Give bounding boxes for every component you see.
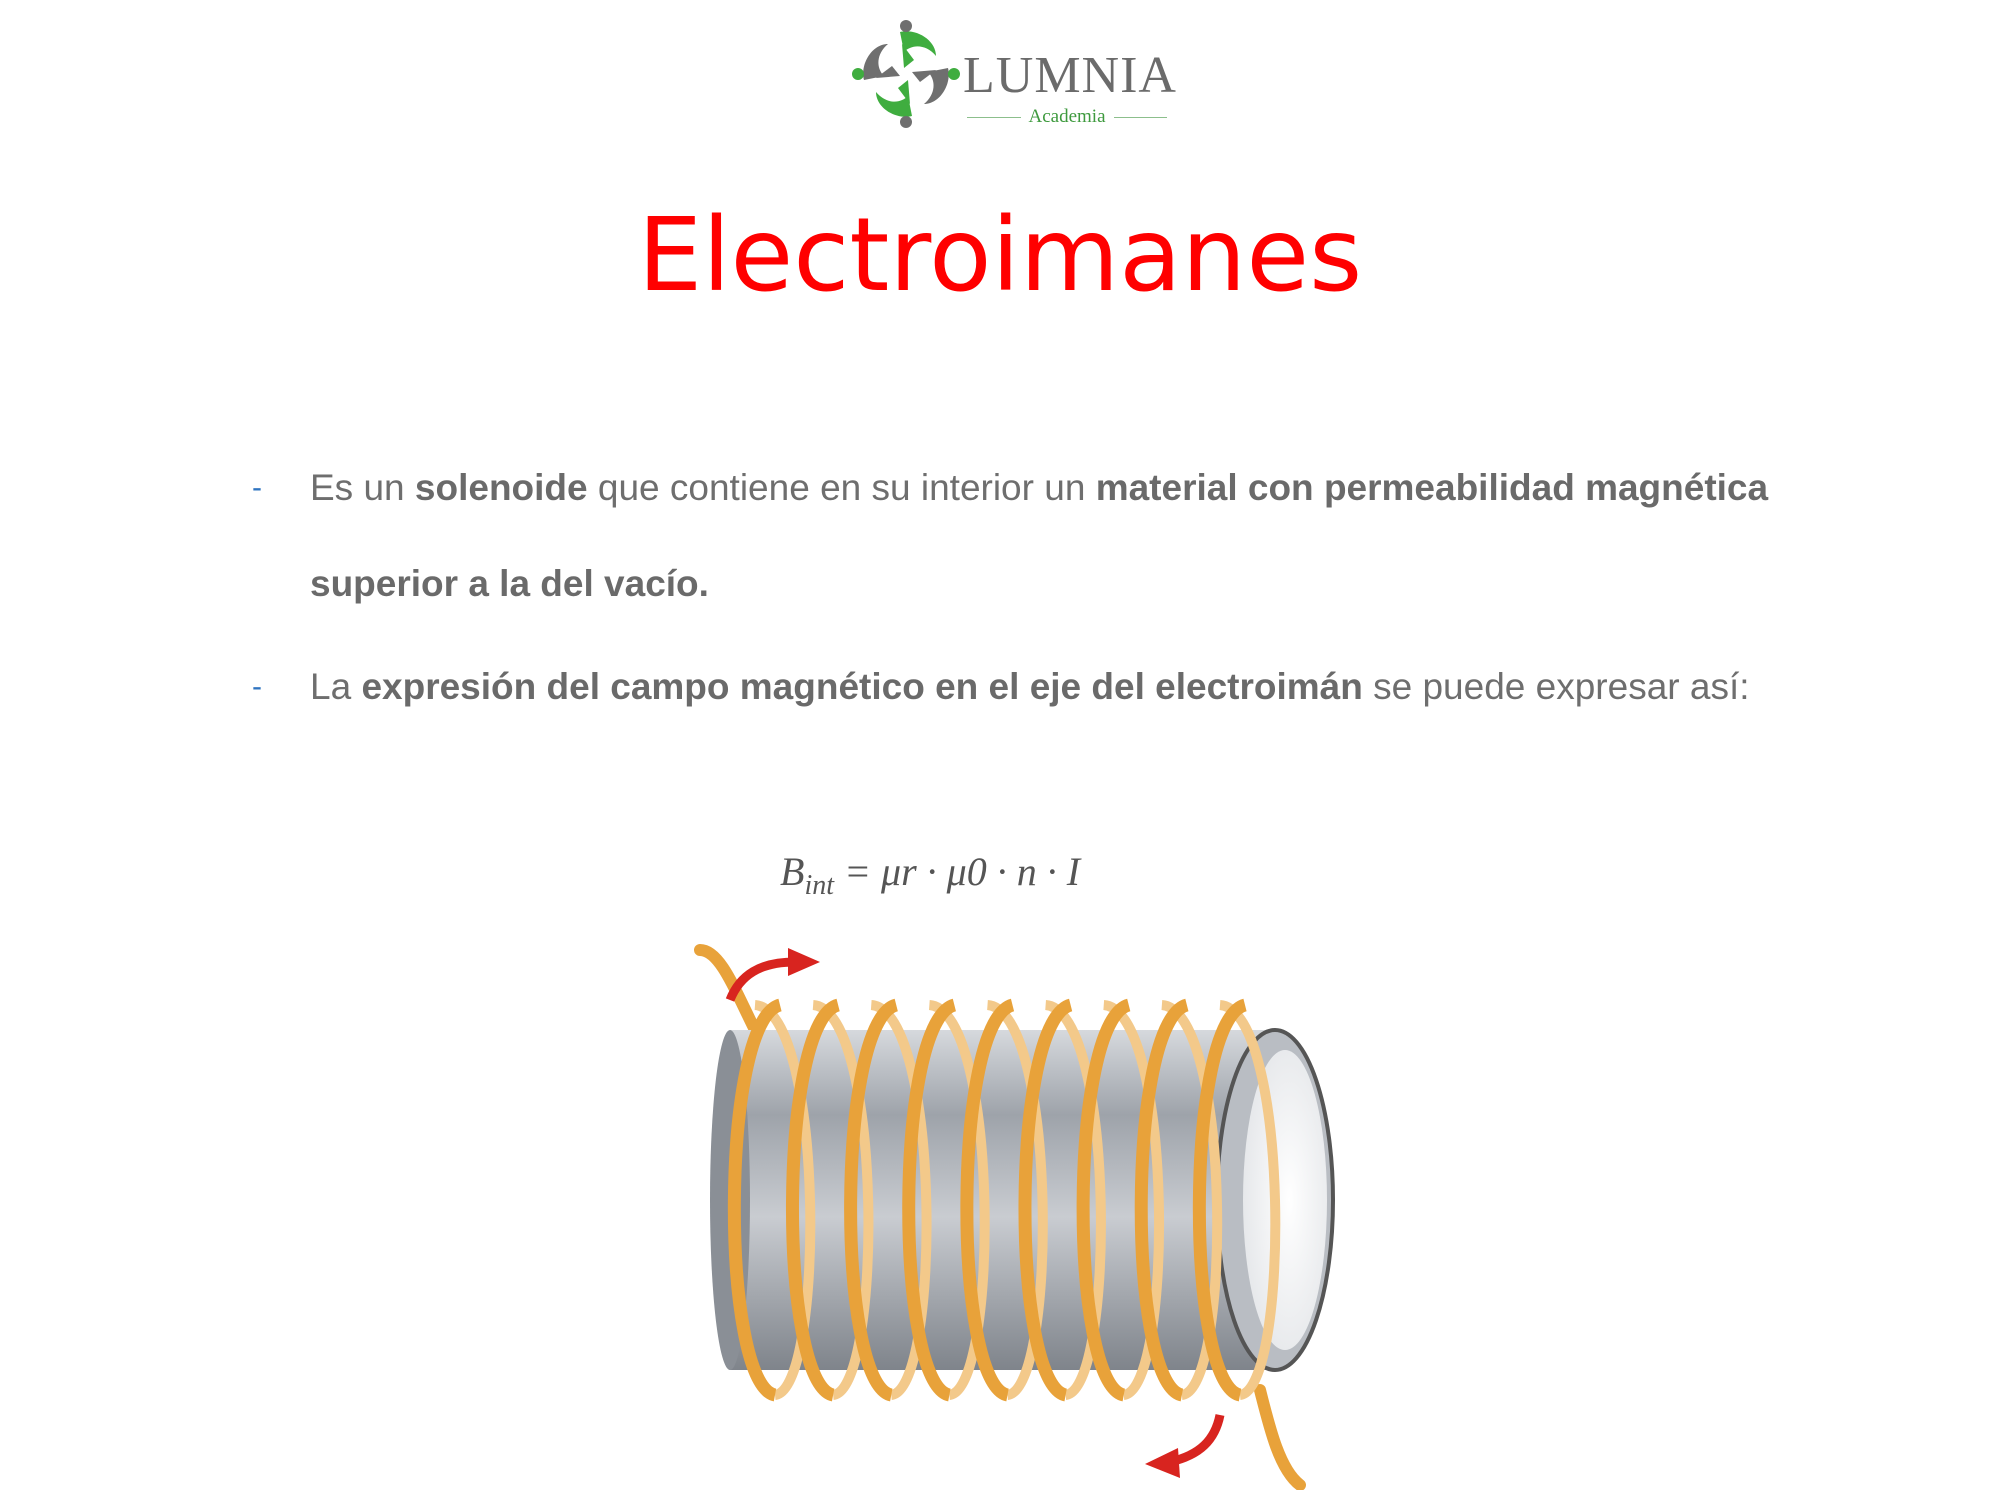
bullet-marker: - [252, 670, 262, 703]
bullet-list: - Es un solenoide que contiene en su int… [252, 440, 1892, 735]
logo-rule-right [1113, 116, 1168, 118]
wire-lead-bottom [1254, 1384, 1306, 1490]
bullet-text-plain: La [310, 666, 362, 707]
formula-rhs: = μr · μ0 · n · I [844, 849, 1081, 894]
current-arrowhead-top [788, 948, 820, 976]
lumnia-logo: LUMNIA Academia [850, 18, 1180, 130]
logo-rule-left [967, 116, 1021, 118]
logo-name: LUMNIA [963, 47, 1177, 104]
slide-title: Electroimanes [637, 196, 1363, 315]
current-arrowhead-bottom [1145, 1448, 1180, 1478]
formula-lhs: B [780, 849, 805, 894]
bullet-text: Es un solenoide que contiene en su inter… [310, 440, 1892, 632]
bullet-text-plain: se puede expresar así: [1362, 666, 1750, 707]
bullet-item: - La expresión del campo magnético en el… [252, 639, 1892, 735]
logo-subtitle: Academia [1028, 106, 1106, 127]
bullet-marker: - [252, 471, 262, 504]
bullet-text-bold: expresión del campo magnético en el eje … [361, 666, 1363, 707]
logo-subtitle-row: Academia [967, 106, 1168, 128]
bullet-text: La expresión del campo magnético en el e… [310, 639, 1892, 735]
formula-subscript: int [804, 870, 834, 901]
bullet-text-plain: que contiene en su interior un [587, 467, 1096, 508]
people-circle-logo-icon [852, 20, 960, 128]
bullet-text-bold: solenoide [414, 467, 588, 508]
bullet-text-plain: Es un [310, 467, 415, 508]
magnetic-field-formula: Bint = μr · μ0 · n · I [780, 848, 1080, 902]
wire-lead-top [694, 944, 761, 1036]
bullet-item: - Es un solenoide que contiene en su int… [252, 440, 1892, 632]
solenoid-coil-illustration [694, 944, 1335, 1490]
